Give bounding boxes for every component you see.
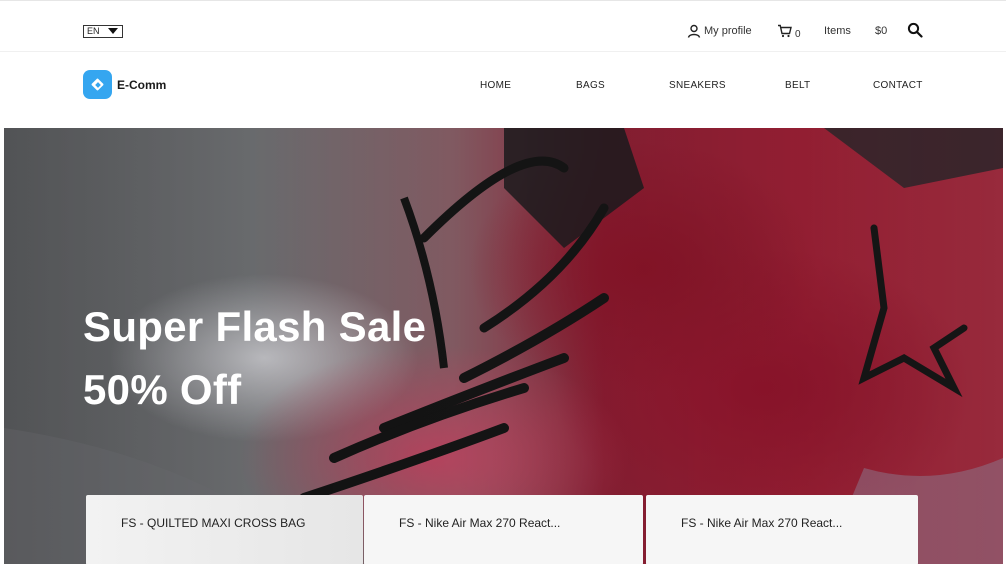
top-bar: EN My profile 0 Items $0 — [0, 0, 1006, 52]
cart-total: $0 — [875, 21, 887, 41]
profile-link[interactable]: My profile — [687, 21, 752, 41]
flash-sale-card[interactable]: FS - Nike Air Max 270 React... — [646, 495, 918, 564]
cart-button[interactable]: 0 — [777, 21, 801, 41]
cart-total-value: $0 — [875, 25, 888, 37]
nav-item-bags[interactable]: BAGS — [576, 80, 605, 91]
search-icon — [907, 22, 923, 38]
nav-item-sneakers[interactable]: SNEAKERS — [669, 80, 726, 91]
flash-sale-card[interactable]: FS - Nike Air Max 270 React... — [364, 495, 643, 564]
main-nav: E-Comm HOME BAGS SNEAKERS BELT CONTACT — [0, 52, 1006, 128]
profile-label: My profile — [704, 25, 752, 37]
language-select[interactable]: EN — [83, 25, 123, 38]
nav-item-home[interactable]: HOME — [480, 80, 511, 91]
hero-title: Super Flash Sale — [83, 303, 427, 350]
card-label: FS - QUILTED MAXI CROSS BAG — [121, 516, 306, 530]
card-label: FS - Nike Air Max 270 React... — [681, 516, 843, 530]
brand-name: E-Comm — [117, 77, 167, 92]
logo[interactable]: E-Comm — [83, 70, 166, 99]
logo-icon — [83, 70, 112, 99]
nav-item-belt[interactable]: BELT — [785, 80, 810, 91]
language-value: EN — [87, 26, 100, 36]
card-label: FS - Nike Air Max 270 React... — [399, 516, 561, 530]
items-link[interactable]: Items — [824, 21, 851, 41]
chevron-down-icon — [108, 28, 118, 34]
user-icon — [687, 24, 701, 38]
search-button[interactable] — [907, 20, 923, 40]
cart-count: 0 — [795, 28, 801, 40]
flash-sale-card[interactable]: FS - QUILTED MAXI CROSS BAG — [86, 495, 363, 564]
nav-item-contact[interactable]: CONTACT — [873, 80, 923, 91]
hero-banner: Super Flash Sale 50% Off FS - QUILTED MA… — [4, 128, 1003, 564]
items-label: Items — [824, 25, 851, 37]
hero-subtitle: 50% Off — [83, 366, 242, 413]
cart-icon — [778, 24, 792, 38]
